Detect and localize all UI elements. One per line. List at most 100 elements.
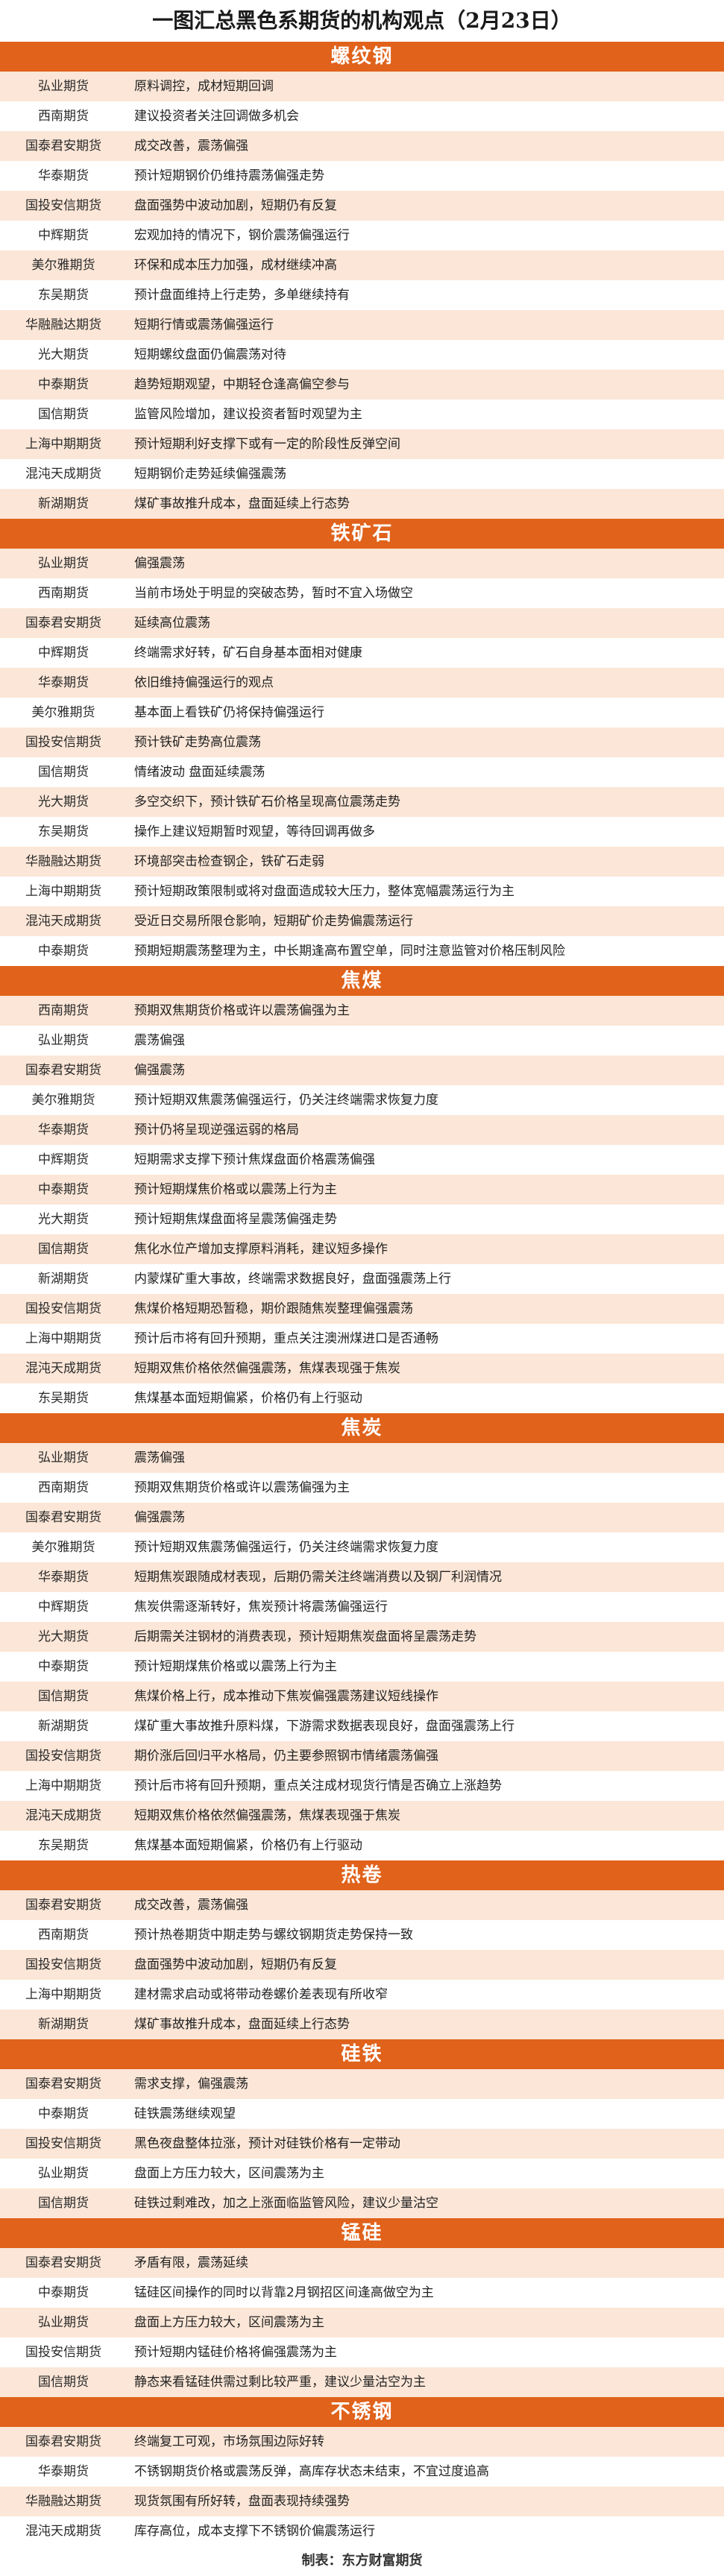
institution-view: 情绪波动 盘面延续震荡 [134, 765, 265, 780]
institution-name: 混沌天成期货 [25, 1361, 101, 1376]
table-row: 国泰君安期货 矛盾有限，震荡延续 [0, 2248, 724, 2278]
table-row: 弘业期货 震荡偏强 [0, 1026, 724, 1055]
institution-view: 焦煤价格上行，成本推动下焦炭偏强震荡建议短线操作 [134, 1689, 438, 1704]
institution-view: 短期双焦价格依然偏强震荡，焦煤表现强于焦炭 [134, 1808, 400, 1823]
table-row: 华泰期货 预计短期钢价仍维持震荡偏强走势 [0, 161, 724, 191]
table-row: 美尔雅期货 环保和成本压力加强，成材继续冲高 [0, 250, 724, 280]
page: 一图汇总黑色系期货的机构观点（2月23日） 螺纹钢 弘业期货 原料调控，成材短期回调… [0, 0, 724, 2576]
institution-view: 焦煤基本面短期偏紧，价格仍有上行驱动 [134, 1391, 362, 1406]
institution-view: 终端复工可观，市场氛围边际好转 [134, 2434, 324, 2449]
institution-view: 短期需求支撑下预计焦煤盘面价格震荡偏强 [134, 1152, 375, 1167]
institution-view: 预期短期震荡整理为主，中长期逢高布置空单，同时注意监管对价格压制风险 [134, 944, 565, 959]
table-row: 混沌天成期货 短期双焦价格依然偏强震荡，焦煤表现强于焦炭 [0, 1801, 724, 1831]
institution-name: 国泰君安期货 [25, 1063, 101, 1078]
table-row: 上海中期期货 预计后市将有回升预期，重点关注澳洲煤进口是否通畅 [0, 1324, 724, 1354]
institution-view: 硅铁过剩难改，加之上涨面临监管风险，建议少量沽空 [134, 2196, 438, 2211]
institution-name: 弘业期货 [38, 1450, 89, 1465]
institution-name: 中泰期货 [38, 1182, 89, 1197]
institution-name: 中泰期货 [38, 377, 89, 392]
table-row: 国泰君安期货 成交改善，震荡偏强 [0, 131, 724, 161]
table-row: 光大期货 多空交织下，预计铁矿石价格呈现高位震荡走势 [0, 787, 724, 817]
institution-view: 焦煤价格短期恐暂稳，期价跟随焦炭整理偏强震荡 [134, 1301, 413, 1316]
institution-name: 东吴期货 [38, 1838, 89, 1853]
institution-view: 短期行情或震荡偏强运行 [134, 318, 274, 332]
institution-view: 期价涨后回归平水格局，仍主要参照钢市情绪震荡偏强 [134, 1749, 438, 1764]
institution-view: 盘面上方压力较大，区间震荡为主 [134, 2315, 324, 2330]
table-row: 上海中期期货 预计短期政策限制或将对盘面造成较大压力，整体宽幅震荡运行为主 [0, 877, 724, 906]
institution-view: 盘面上方压力较大，区间震荡为主 [134, 2166, 324, 2181]
table-row: 国信期货 硅铁过剩难改，加之上涨面临监管风险，建议少量沽空 [0, 2188, 724, 2218]
institution-view: 建材需求启动或将带动卷螺价差表现有所收窄 [134, 1987, 388, 2002]
table-row: 光大期货 后期需关注钢材的消费表现，预计短期焦炭盘面将呈震荡走势 [0, 1622, 724, 1652]
institution-view: 短期钢价走势延续偏强震荡 [134, 467, 286, 482]
table-row: 西南期货 当前市场处于明显的突破态势，暂时不宜入场做空 [0, 578, 724, 608]
institution-view: 原料调控，成材短期回调 [134, 79, 274, 94]
table-row: 中泰期货 硅铁震荡继续观望 [0, 2099, 724, 2129]
institution-view: 预计盘面维持上行走势，多单继续持有 [134, 288, 350, 303]
table-row: 弘业期货 盘面上方压力较大，区间震荡为主 [0, 2159, 724, 2188]
institution-name: 国信期货 [38, 765, 89, 780]
institution-name: 国信期货 [38, 407, 89, 422]
table-row: 国投安信期货 盘面强势中波动加剧，短期仍有反复 [0, 1950, 724, 1980]
institution-name: 华泰期货 [38, 675, 89, 690]
table-row: 国泰君安期货 偏强震荡 [0, 1055, 724, 1085]
institution-view: 多空交织下，预计铁矿石价格呈现高位震荡走势 [134, 795, 400, 809]
table-row: 华融融达期货 现货氛围有所好转，盘面表现持续强势 [0, 2487, 724, 2516]
table-row: 华泰期货 不锈钢期货价格或震荡反弹，高库存状态未结束，不宜过度追高 [0, 2457, 724, 2487]
institution-view: 静态来看锰硅供需过剩比较严重，建议少量沽空为主 [134, 2375, 426, 2390]
institution-view: 现货氛围有所好转，盘面表现持续强势 [134, 2494, 350, 2509]
institution-view: 受近日交易所限仓影响，短期矿价走势偏震荡运行 [134, 914, 413, 929]
institution-view: 预计仍将呈现逆强运弱的格局 [134, 1123, 299, 1137]
institution-name: 华泰期货 [38, 2464, 89, 2479]
institution-name: 国投安信期货 [25, 198, 101, 213]
table-row: 华泰期货 短期焦炭跟随成材表现，后期仍需关注终端消费以及钢厂利润情况 [0, 1562, 724, 1592]
sections-container: 螺纹钢 弘业期货 原料调控，成材短期回调 西南期货 建议投资者关注回调做多机会 国泰君安期… [0, 42, 724, 2546]
institution-name: 国投安信期货 [25, 1301, 101, 1316]
institution-view: 硅铁震荡继续观望 [134, 2106, 236, 2121]
institution-name: 华融融达期货 [25, 854, 101, 869]
institution-name: 光大期货 [38, 347, 89, 362]
institution-name: 国信期货 [38, 2196, 89, 2211]
institution-name: 国泰君安期货 [25, 1510, 101, 1525]
table-row: 上海中期期货 建材需求启动或将带动卷螺价差表现有所收窄 [0, 1980, 724, 2010]
institution-view: 预期双焦期货价格或许以震荡偏强为主 [134, 1480, 350, 1495]
institution-name: 中泰期货 [38, 2285, 89, 2300]
table-row: 中辉期货 终端需求好转，矿石自身基本面相对健康 [0, 638, 724, 668]
institution-view: 成交改善，震荡偏强 [134, 1898, 248, 1913]
institution-name: 西南期货 [38, 586, 89, 601]
institution-view: 环境部突击检查钢企，铁矿石走弱 [134, 854, 324, 869]
institution-view: 预计短期利好支撑下或有一定的阶段性反弹空间 [134, 437, 400, 452]
table-row: 国泰君安期货 终端复工可观，市场氛围边际好转 [0, 2427, 724, 2457]
institution-name: 混沌天成期货 [25, 1808, 101, 1823]
institution-name: 国泰君安期货 [25, 1898, 101, 1913]
institution-name: 光大期货 [38, 1629, 89, 1644]
section-header: 硅铁 [0, 2039, 724, 2069]
institution-name: 中泰期货 [38, 944, 89, 959]
table-row: 中泰期货 预计短期煤焦价格或以震荡上行为主 [0, 1652, 724, 1682]
table-row: 弘业期货 偏强震荡 [0, 549, 724, 578]
institution-name: 西南期货 [38, 1480, 89, 1495]
table-row: 中泰期货 预计短期煤焦价格或以震荡上行为主 [0, 1175, 724, 1205]
institution-view: 当前市场处于明显的突破态势，暂时不宜入场做空 [134, 586, 413, 601]
table-row: 光大期货 短期螺纹盘面仍偏震荡对待 [0, 340, 724, 370]
table-row: 新湖期货 煤矿事故推升成本，盘面延续上行态势 [0, 2010, 724, 2039]
section-header: 不锈钢 [0, 2397, 724, 2427]
institution-name: 西南期货 [38, 1928, 89, 1942]
section-4: 热卷 国泰君安期货 成交改善，震荡偏强 西南期货 预计热卷期货中期走势与螺纹钢期货走势保… [0, 1860, 724, 2039]
table-row: 东吴期货 焦煤基本面短期偏紧，价格仍有上行驱动 [0, 1831, 724, 1860]
institution-view: 趋势短期观望，中期轻仓逢高偏空参与 [134, 377, 350, 392]
table-row: 中辉期货 短期需求支撑下预计焦煤盘面价格震荡偏强 [0, 1145, 724, 1175]
table-row: 混沌天成期货 受近日交易所限仓影响，短期矿价走势偏震荡运行 [0, 906, 724, 936]
institution-view: 黑色夜盘整体拉涨，预计对硅铁价格有一定带动 [134, 2136, 400, 2151]
table-row: 混沌天成期货 短期钢价走势延续偏强震荡 [0, 459, 724, 489]
table-row: 西南期货 预计热卷期货中期走势与螺纹钢期货走势保持一致 [0, 1920, 724, 1950]
table-row: 国信期货 焦化水位产增加支撑原料消耗，建议短多操作 [0, 1234, 724, 1264]
institution-name: 新湖期货 [38, 1719, 89, 1734]
institution-name: 新湖期货 [38, 1272, 89, 1287]
table-row: 新湖期货 煤矿重大事故推升原料煤，下游需求数据表现良好，盘面强震荡上行 [0, 1711, 724, 1741]
institution-name: 上海中期期货 [25, 437, 101, 452]
table-row: 中辉期货 焦炭供需逐渐转好，焦炭预计将震荡偏强运行 [0, 1592, 724, 1622]
institution-name: 弘业期货 [38, 2315, 89, 2330]
institution-view: 宏观加持的情况下，钢价震荡偏强运行 [134, 228, 350, 243]
institution-view: 煤矿事故推升成本，盘面延续上行态势 [134, 496, 350, 511]
